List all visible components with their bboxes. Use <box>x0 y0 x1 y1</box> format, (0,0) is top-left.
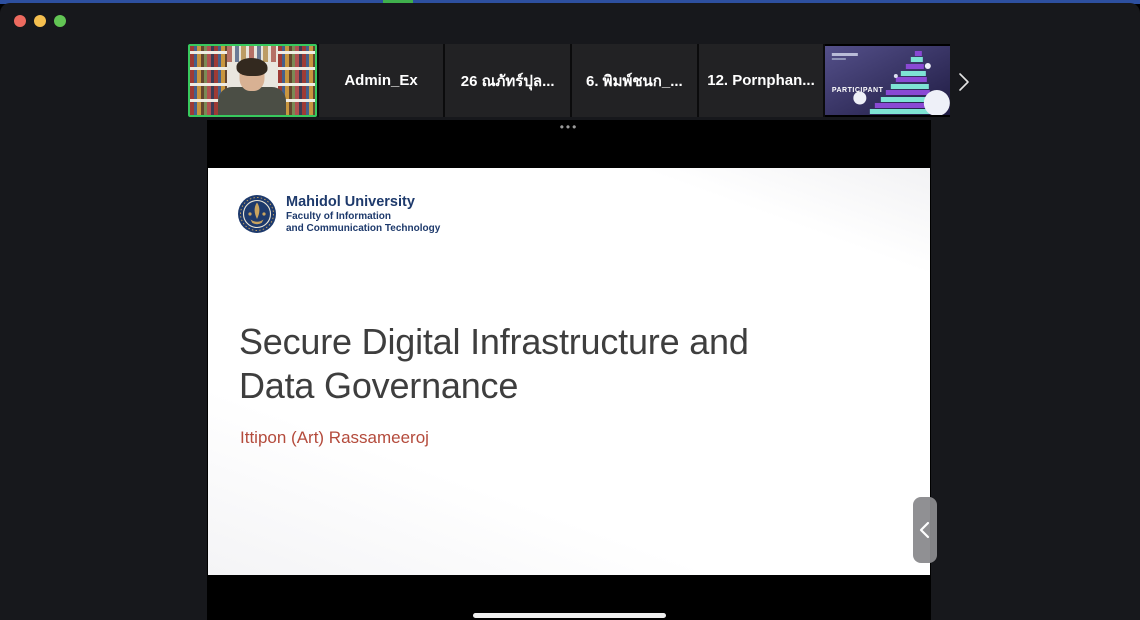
faculty-line-1: Faculty of Information <box>286 211 440 223</box>
participant-name: Admin_Ex <box>344 72 417 89</box>
drag-handle-icon[interactable]: ••• <box>560 120 579 134</box>
active-speaker-video[interactable] <box>188 44 317 117</box>
speaker-body <box>218 87 286 117</box>
webcam-scene <box>190 46 315 115</box>
sphere-graphic <box>925 63 931 69</box>
shared-screen-area: ••• Mahidol University Faculty of Inform… <box>207 120 931 620</box>
slide-presenter-name: Ittipon (Art) Rassameeroj <box>240 428 429 448</box>
participant-video-screen[interactable]: PARTICIPANT <box>825 44 950 117</box>
participant-name: 26 ณภัทร์ปุล... <box>461 69 555 93</box>
presentation-slide: Mahidol University Faculty of Informatio… <box>208 168 930 575</box>
close-button[interactable] <box>14 15 26 27</box>
sphere-graphic <box>924 90 950 115</box>
participant-caption: PARTICIPANT <box>832 87 884 94</box>
filmstrip-next-button[interactable] <box>956 69 972 95</box>
slide-header-text-blur <box>832 53 858 56</box>
sphere-graphic <box>894 74 898 78</box>
bottom-indicator-bar <box>473 613 666 618</box>
participants-filmstrip: Admin_Ex 26 ณภัทร์ปุล... 6. พิมพ์ชนก_...… <box>188 44 950 117</box>
minimize-button[interactable] <box>34 15 46 27</box>
chevron-right-icon <box>957 71 971 93</box>
slide-title-line-2: Data Governance <box>239 364 749 408</box>
chevron-left-icon <box>913 513 937 547</box>
slide-title-line-1: Secure Digital Infrastructure and <box>239 320 749 364</box>
participant-tile-26[interactable]: 26 ณภัทร์ปุล... <box>445 44 570 117</box>
meeting-window: Admin_Ex 26 ณภัทร์ปุล... 6. พิมพ์ชนก_...… <box>0 3 1140 620</box>
mahidol-seal-icon <box>237 194 277 234</box>
speaker-hair <box>237 58 268 76</box>
fullscreen-button[interactable] <box>54 15 66 27</box>
participant-name: 12. Pornphan... <box>707 72 815 89</box>
participant-slide-graphic: PARTICIPANT <box>825 46 950 115</box>
collapse-panel-tab[interactable] <box>913 497 937 563</box>
slide-header-text-blur <box>832 58 846 60</box>
university-logo-block: Mahidol University Faculty of Informatio… <box>237 194 440 234</box>
university-name: Mahidol University <box>286 194 440 211</box>
slide-title: Secure Digital Infrastructure and Data G… <box>239 320 749 408</box>
participant-tile-admin[interactable]: Admin_Ex <box>319 44 444 117</box>
participant-tile-6[interactable]: 6. พิมพ์ชนก_... <box>572 44 697 117</box>
participant-tile-12[interactable]: 12. Pornphan... <box>699 44 824 117</box>
faculty-line-2: and Communication Technology <box>286 223 440 235</box>
participant-name: 6. พิมพ์ชนก_... <box>586 69 683 93</box>
window-controls <box>14 15 66 27</box>
